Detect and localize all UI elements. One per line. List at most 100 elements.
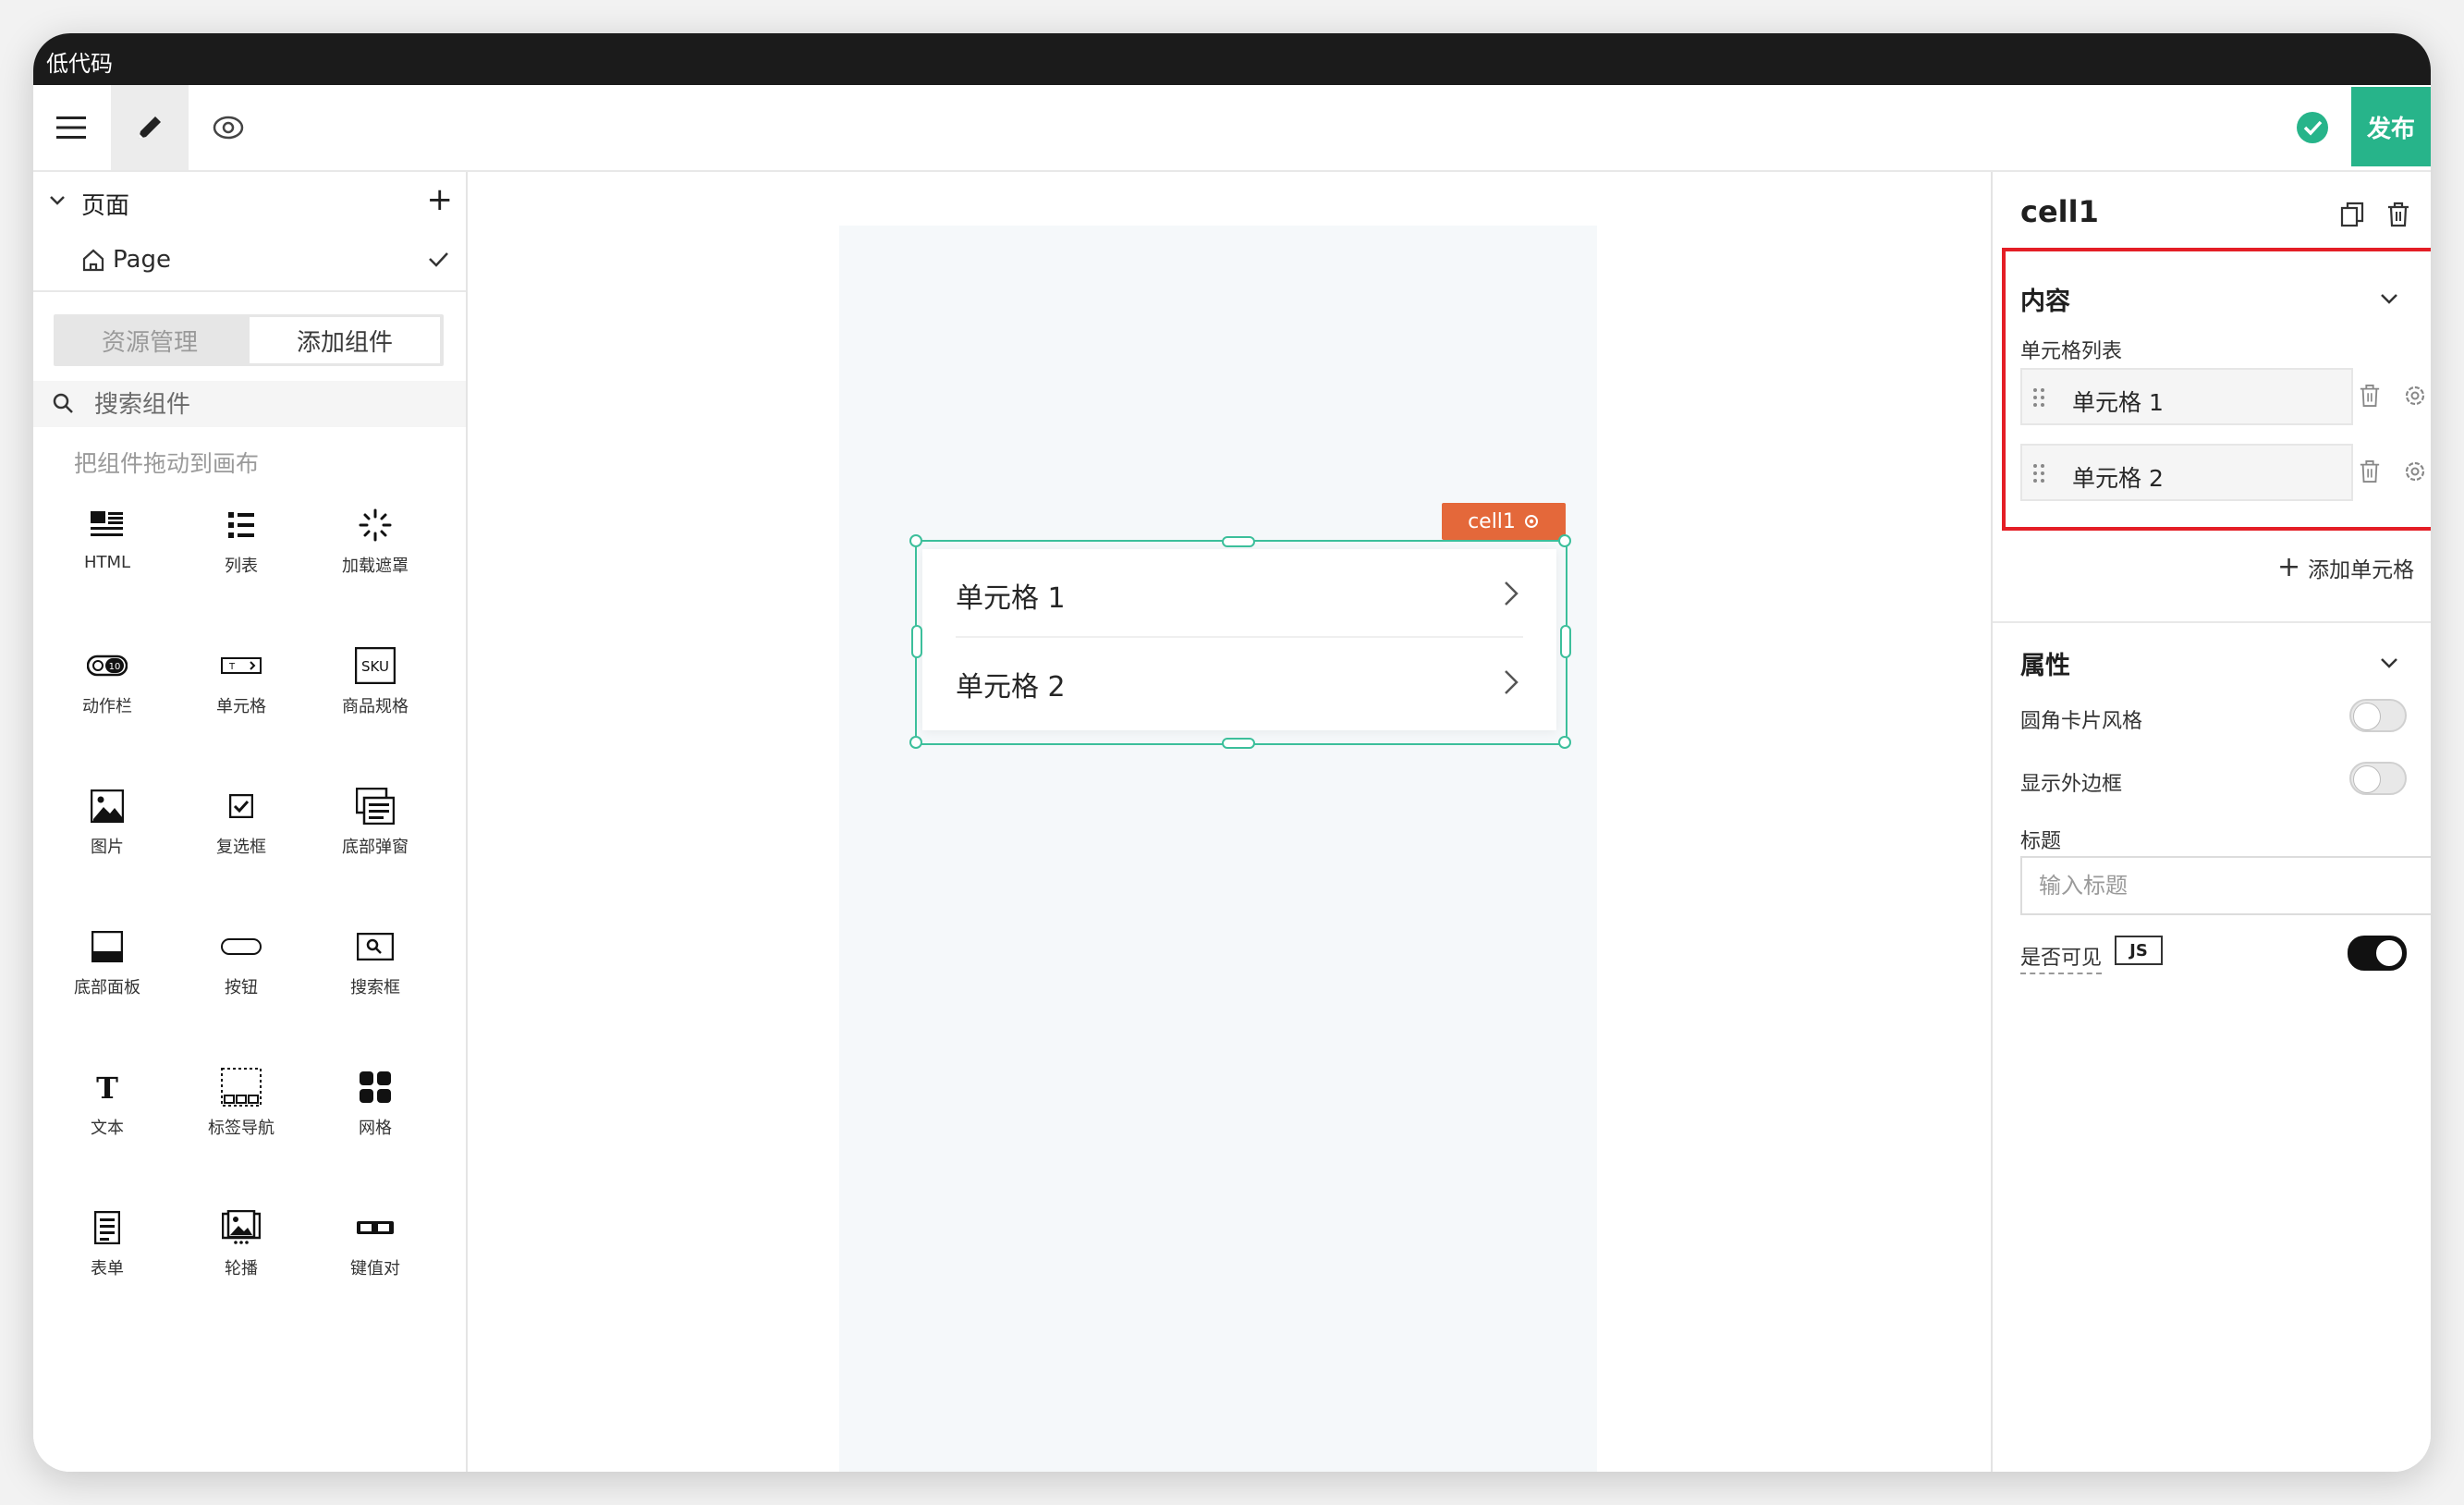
trash-icon[interactable] xyxy=(2359,383,2381,409)
component-form[interactable]: 表单 xyxy=(43,1207,172,1300)
carousel-icon xyxy=(222,1210,261,1244)
page-item[interactable]: Page xyxy=(33,233,466,292)
cell-list-item[interactable]: 单元格 2 xyxy=(2020,444,2353,501)
preview-mode-button[interactable] xyxy=(190,85,266,170)
component-label: 轮播 xyxy=(225,1259,258,1279)
left-panel: 页面 + Page 资源管理 添加组件 把组件拖动到画布 HTML 列表 xyxy=(33,172,468,1472)
design-canvas[interactable]: 单元格 1 单元格 2 cell1 xyxy=(468,172,1991,1472)
bottom-panel-icon xyxy=(91,931,123,962)
home-icon xyxy=(82,249,104,272)
show-border-toggle[interactable] xyxy=(2349,762,2407,795)
tab-resources[interactable]: 资源管理 xyxy=(54,314,246,366)
component-label: 标签导航 xyxy=(208,1119,274,1138)
component-bottom-popup[interactable]: 底部弹窗 xyxy=(311,786,440,878)
visible-label[interactable]: 是否可见 xyxy=(2020,941,2103,974)
content-section-title[interactable]: 内容 xyxy=(2020,281,2070,317)
js-badge[interactable]: JS xyxy=(2115,936,2163,965)
cell-icon: T xyxy=(221,657,262,674)
gear-icon[interactable] xyxy=(2403,459,2427,483)
component-action-bar[interactable]: 10 动作栏 xyxy=(43,645,172,738)
pages-label: 页面 xyxy=(81,192,130,220)
component-image[interactable]: 图片 xyxy=(43,786,172,878)
resize-handle[interactable] xyxy=(909,736,922,749)
action-bar-icon: 10 xyxy=(87,655,128,677)
svg-text:T: T xyxy=(96,1072,118,1102)
resize-handle[interactable] xyxy=(1222,536,1255,547)
search-input[interactable] xyxy=(92,386,447,423)
toolbar: 发布 xyxy=(33,85,2431,172)
component-label: 动作栏 xyxy=(82,697,132,716)
menu-button[interactable] xyxy=(33,85,109,170)
visible-toggle[interactable] xyxy=(2348,936,2407,971)
component-checkbox[interactable]: 复选框 xyxy=(177,786,306,878)
component-list[interactable]: 列表 xyxy=(177,505,306,597)
rounded-card-label: 圆角卡片风格 xyxy=(2020,710,2143,733)
trash-icon[interactable] xyxy=(2386,202,2410,227)
component-searchbox[interactable]: 搜索框 xyxy=(311,926,440,1019)
search-icon xyxy=(53,393,73,413)
component-label: 图片 xyxy=(91,838,124,857)
resize-handle[interactable] xyxy=(1222,738,1255,749)
searchbox-icon xyxy=(357,933,394,961)
copy-icon[interactable] xyxy=(2340,202,2364,227)
component-label: 底部弹窗 xyxy=(342,838,409,857)
resize-handle[interactable] xyxy=(1558,534,1571,547)
selected-component-tag[interactable]: cell1 xyxy=(1442,503,1566,540)
component-bottom-panel[interactable]: 底部面板 xyxy=(43,926,172,1019)
gear-icon[interactable] xyxy=(2403,384,2427,408)
phone-preview[interactable] xyxy=(839,226,1597,1472)
component-label: 商品规格 xyxy=(342,697,409,716)
cell-list-item[interactable]: 单元格 1 xyxy=(2020,368,2353,425)
page-name: Page xyxy=(113,246,171,274)
drag-handle-icon[interactable] xyxy=(2031,386,2046,409)
edit-mode-button[interactable] xyxy=(111,85,189,170)
pencil-icon xyxy=(139,116,161,139)
publish-button[interactable]: 发布 xyxy=(2351,87,2431,166)
hamburger-icon xyxy=(56,116,86,139)
component-sku[interactable]: SKU 商品规格 xyxy=(311,645,440,738)
component-loading[interactable]: 加载遮罩 xyxy=(311,505,440,597)
props-section-title[interactable]: 属性 xyxy=(2020,645,2070,681)
image-icon xyxy=(91,789,124,823)
plus-icon: + xyxy=(2277,551,2301,583)
component-grid[interactable]: 网格 xyxy=(311,1067,440,1159)
key-value-icon xyxy=(357,1221,394,1234)
resize-handle[interactable] xyxy=(1560,625,1571,658)
component-button[interactable]: 按钮 xyxy=(177,926,306,1019)
drag-hint: 把组件拖动到画布 xyxy=(74,450,260,477)
resize-handle[interactable] xyxy=(1558,736,1571,749)
panel-tabs: 资源管理 添加组件 xyxy=(54,314,444,366)
title-label: 标题 xyxy=(2020,830,2062,853)
title-bar: 低代码 xyxy=(33,33,2431,85)
section-divider xyxy=(1993,621,2431,623)
add-cell-button[interactable]: + 添加单元格 xyxy=(2277,551,2414,583)
form-icon xyxy=(94,1211,120,1244)
eye-icon xyxy=(213,116,244,140)
check-icon xyxy=(429,252,448,267)
list-icon xyxy=(228,512,254,538)
tab-nav-icon xyxy=(221,1068,262,1107)
component-html[interactable]: HTML xyxy=(43,505,172,597)
chevron-down-icon[interactable] xyxy=(2379,288,2399,309)
title-input[interactable] xyxy=(2020,856,2431,915)
component-text[interactable]: T 文本 xyxy=(43,1067,172,1159)
svg-text:10: 10 xyxy=(109,662,121,672)
rounded-card-toggle[interactable] xyxy=(2349,699,2407,732)
component-tab-nav[interactable]: 标签导航 xyxy=(177,1067,306,1159)
gear-icon xyxy=(1524,515,1538,528)
resize-handle[interactable] xyxy=(909,534,922,547)
pages-header[interactable]: 页面 + xyxy=(33,172,466,231)
tab-add-component[interactable]: 添加组件 xyxy=(250,317,440,363)
drag-handle-icon[interactable] xyxy=(2031,462,2046,484)
add-cell-label: 添加单元格 xyxy=(2308,557,2415,582)
component-cell[interactable]: T 单元格 xyxy=(177,645,306,738)
component-key-value[interactable]: 键值对 xyxy=(311,1207,440,1300)
component-carousel[interactable]: 轮播 xyxy=(177,1207,306,1300)
trash-icon[interactable] xyxy=(2359,459,2381,484)
saved-status-icon xyxy=(2297,112,2328,143)
add-page-icon[interactable]: + xyxy=(427,181,454,218)
component-label: 底部面板 xyxy=(74,978,140,997)
resize-handle[interactable] xyxy=(911,625,922,658)
chevron-down-icon[interactable] xyxy=(2379,653,2399,673)
svg-text:T: T xyxy=(228,662,236,672)
